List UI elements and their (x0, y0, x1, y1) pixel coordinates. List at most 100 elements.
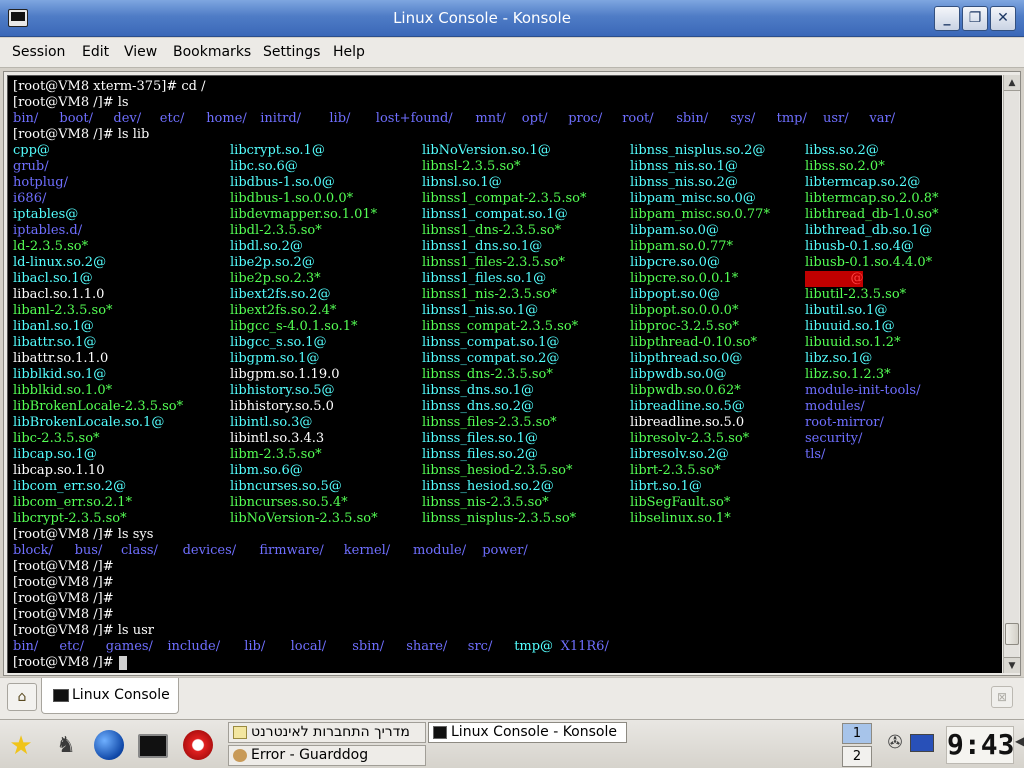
terminal-entry: libnss_dns-2.3.5.so* (422, 367, 553, 382)
terminal-line: [root@VM8 /]# ls (13, 95, 998, 111)
terminal-entry: module/ (413, 543, 467, 558)
terminal-entry: libdevmapper.so.1.01* (230, 207, 378, 222)
scroll-up-arrow-icon[interactable]: ▲ (1004, 75, 1020, 91)
terminal-line: libcom_err.so.2.1* libncurses.so.5.4* libn… (13, 495, 998, 511)
terminal-line: [root@VM8 /]# (13, 607, 998, 623)
terminal-entry: libpcre.so.0@ (630, 255, 720, 270)
vertical-scrollbar[interactable]: ▲ ▼ (1003, 75, 1020, 673)
task-internet-guide[interactable]: מדריך התחברות לאינטרנט (228, 722, 426, 743)
terminal-entry: libthread_db.so.1@ (805, 223, 933, 238)
tab-linux-console[interactable]: Linux Console (41, 678, 179, 714)
terminal-entry: cpp@ (13, 143, 50, 158)
terminal-entry: bin/ (13, 639, 39, 654)
terminal-line: libc-2.3.5.so* libintl.so.3.4.3 libnss_fil… (13, 431, 998, 447)
terminal-entry: hotplug/ (13, 175, 68, 190)
terminal-line: libBrokenLocale.so.1@ libintl.so.3@ libnss… (13, 415, 998, 431)
close-session-button[interactable]: ⊠ (991, 686, 1013, 708)
terminal-entry: usr/ (823, 111, 849, 126)
terminal-entry: sbin/ (352, 639, 385, 654)
terminal-entry: libcom_err.so.2.1* (13, 495, 132, 510)
terminal-entry: libpam_misc.so.0.77* (630, 207, 770, 222)
terminal-entry: libc.so.6@ (230, 159, 298, 174)
terminal-line: [root@VM8 xterm-375]# cd / (13, 79, 998, 95)
menu-session[interactable]: Session (12, 44, 65, 60)
close-window-button[interactable]: ✕ (990, 6, 1016, 31)
terminal-line: iptables@ libdevmapper.so.1.01* libnss1_co… (13, 207, 998, 223)
terminal-icon (433, 726, 447, 739)
terminal-entry: sys/ (730, 111, 756, 126)
terminal-entry: libgcc_s-4.0.1.so.1* (230, 319, 358, 334)
terminal-line: [root@VM8 /]# ls lib (13, 127, 998, 143)
terminal-entry: libusb-0.1.so.4@ (805, 239, 914, 254)
terminal-entry: power/ (482, 543, 528, 558)
terminal-entry: libm.so.6@ (230, 463, 303, 478)
terminal-entry: [root@VM8 /]# (13, 655, 118, 670)
minimize-button[interactable]: _ (934, 6, 960, 31)
star-icon[interactable]: ★ (5, 730, 37, 762)
session-tab-bar: ⌂ Linux Console ⊠ (0, 677, 1024, 719)
scrollbar-thumb[interactable] (1005, 623, 1019, 645)
maximize-button[interactable]: ❐ (962, 6, 988, 31)
terminal-entry: devices/ (182, 543, 237, 558)
terminal-entry: libuuid.so.1.2* (805, 335, 901, 350)
terminal-entry: libpthread-0.10.so* (630, 335, 758, 350)
terminal-launcher-icon[interactable] (138, 730, 170, 762)
menu-settings[interactable]: Settings (263, 44, 320, 60)
terminal-entry: module-init-tools/ (805, 383, 921, 398)
chevron-left-icon[interactable]: ◀ (1015, 734, 1024, 748)
terminal-line: [root@VM8 /]# ls sys (13, 527, 998, 543)
menu-help[interactable]: Help (333, 44, 365, 60)
terminal-line: block/bus/class/devices/firmware/kernel/… (13, 543, 998, 559)
menu-bookmarks[interactable]: Bookmarks (173, 44, 251, 60)
terminal-entry: X11R6/ (560, 639, 609, 654)
network-tray-icon[interactable]: ✇ (884, 732, 906, 756)
terminal-entry: libpwdb.so.0@ (630, 367, 727, 382)
terminal-entry: libdl.so.2@ (230, 239, 303, 254)
menu-view[interactable]: View (124, 44, 157, 60)
terminal-entry: [root@VM8 /]# (13, 559, 114, 574)
guarddog-icon[interactable] (183, 730, 215, 762)
kde-menu-icon[interactable]: ♞ (50, 730, 82, 762)
terminal-entry: libnsl.so.1@ (422, 175, 502, 190)
terminal-entry: libintl.so.3.4.3 (230, 431, 325, 446)
desktop-pager: 1 2 (842, 723, 872, 767)
terminal-line: iptables.d/libdl-2.3.5.so* libnss1_dns-2.… (13, 223, 998, 239)
new-session-button[interactable]: ⌂ (7, 683, 37, 711)
terminal-line: libacl.so.1@ libe2p.so.2.3* libnss1_files.… (13, 271, 998, 287)
terminal-entry: libnss_hesiod-2.3.5.so* (422, 463, 573, 478)
terminal-entry: grub/ (13, 159, 49, 174)
terminal-output[interactable]: [root@VM8 xterm-375]# cd / [root@VM8 /]# … (7, 75, 1002, 673)
terminal-entry: libcap.so.1.10 (13, 463, 105, 478)
terminal-entry: libnss_files.so.1@ (422, 431, 538, 446)
terminal-entry: libz.so.1@ (805, 351, 873, 366)
terminal-entry: [root@VM8 /]# ls usr (13, 623, 154, 638)
menu-edit[interactable]: Edit (82, 44, 109, 60)
task-konsole[interactable]: Linux Console - Konsole (428, 722, 627, 743)
terminal-entry: libnss1_dns-2.3.5.so* (422, 223, 562, 238)
terminal-entry: libpcre.so.0.0.1* (630, 271, 739, 286)
terminal-entry: libc-2.3.5.so* (13, 431, 100, 446)
scroll-down-arrow-icon[interactable]: ▼ (1004, 657, 1020, 673)
terminal-entry: games/ (105, 639, 153, 654)
terminal-entry: libanl.so.1@ (13, 319, 94, 334)
terminal-entry: libattr.so.1@ (13, 335, 97, 350)
minimize-icon: _ (943, 10, 951, 26)
terminal-line: libacl.so.1.1.0 libext2fs.so.2@ libnss1_ni… (13, 287, 998, 303)
browser-globe-icon[interactable] (94, 730, 126, 762)
clock[interactable]: 9:43 (946, 726, 1014, 764)
terminal-entry: root/ (622, 111, 654, 126)
terminal-line: libblkid.so.1@ libgpm.so.1.19.0 libnss_dns… (13, 367, 998, 383)
title-bar[interactable]: Linux Console - Konsole _ ❐ ✕ (0, 0, 1024, 37)
terminal-entry: [root@VM8 /]# (13, 607, 114, 622)
terminal-entry: libtermcap.so.2.0.8* (805, 191, 939, 206)
terminal-entry: libNoVersion.so.1@ (422, 143, 551, 158)
display-tray-icon[interactable] (910, 734, 934, 752)
terminal-entry: var/ (869, 111, 896, 126)
terminal-entry: libintl.so.3@ (230, 415, 313, 430)
task-guarddog-error[interactable]: Error - Guarddog (228, 745, 426, 766)
pager-desktop-1[interactable]: 1 (842, 723, 872, 744)
terminal-entry: libnsl-2.3.5.so* (422, 159, 521, 174)
terminal-entry: dev/ (113, 111, 142, 126)
terminal-entry: libss.so.2.0* (805, 159, 885, 174)
pager-desktop-2[interactable]: 2 (842, 746, 872, 767)
